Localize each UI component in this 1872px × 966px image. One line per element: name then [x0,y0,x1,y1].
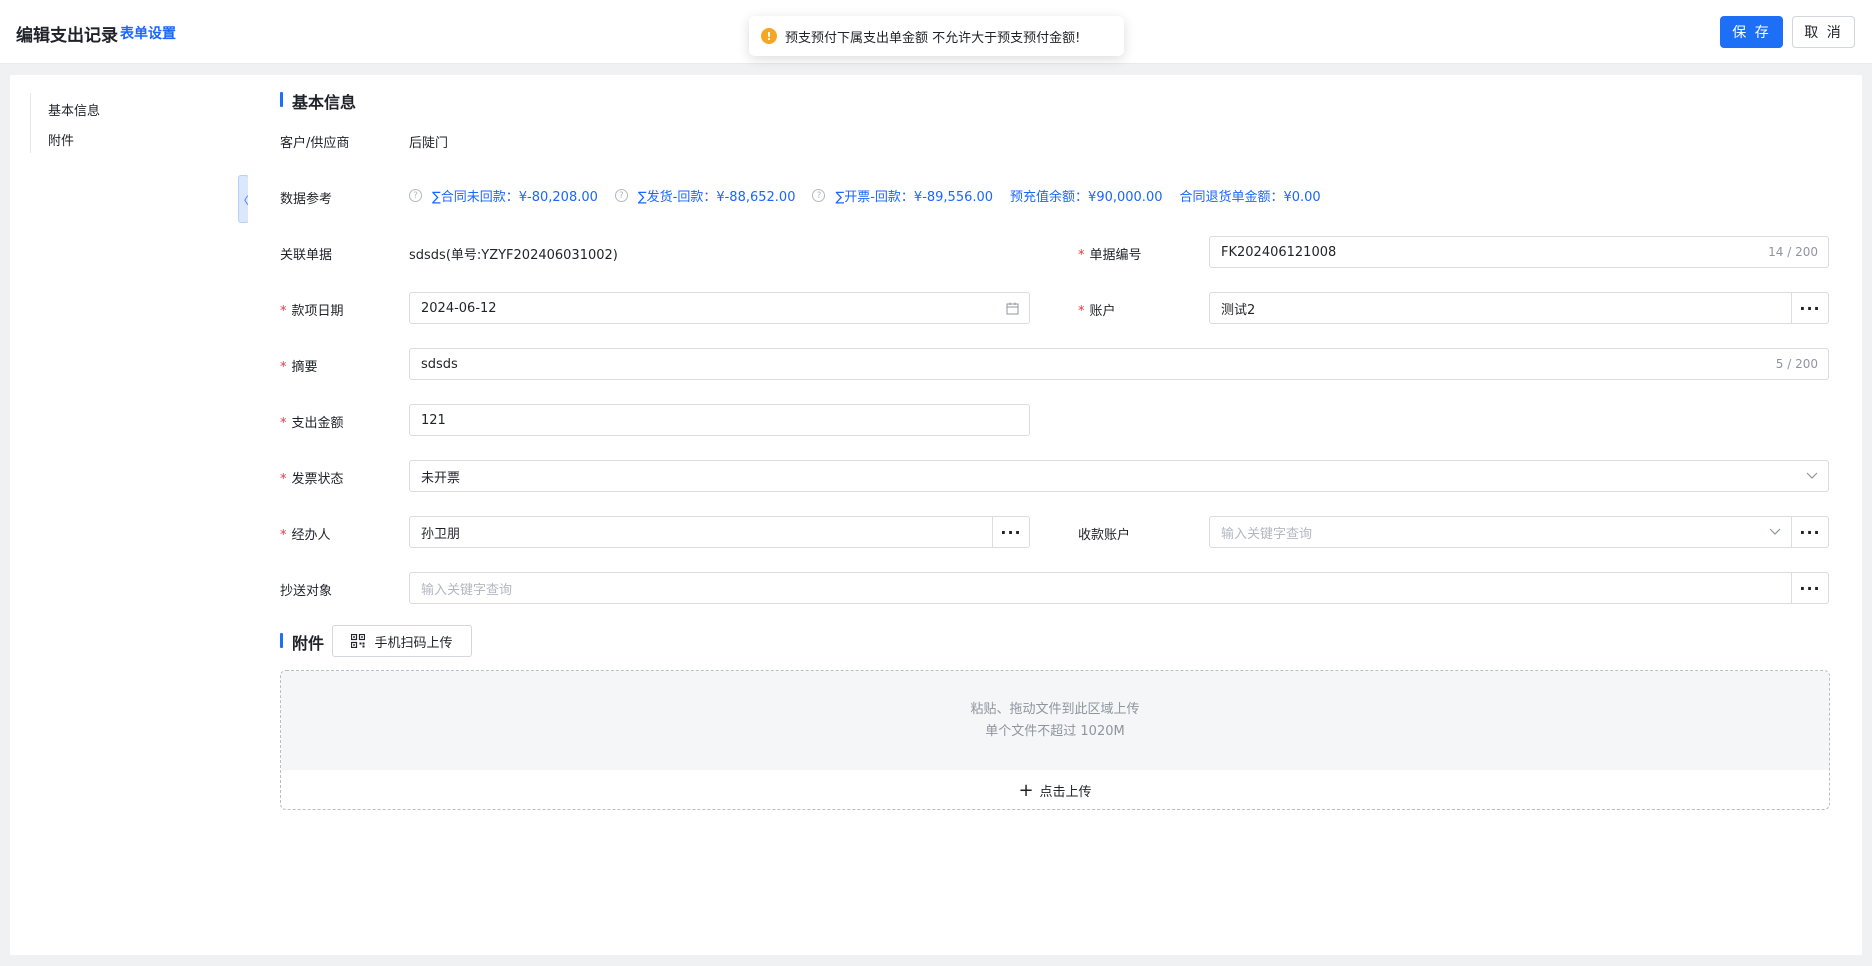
form-settings-link[interactable]: 表单设置 [120,23,176,43]
amount-input[interactable]: 121 [409,404,1030,436]
help-icon[interactable]: ? [409,189,422,202]
ref-prepaid-balance[interactable]: 预充值余额：¥90,000.00 [1010,186,1162,205]
handler-more-button[interactable]: ··· [992,517,1029,547]
customer-value: 后陡门 [409,136,449,151]
required-mark: * [280,472,287,487]
help-icon[interactable]: ? [614,189,628,202]
invoice-status-value: 未开票 [421,470,461,486]
cc-placeholder: 输入关键字查询 [421,582,513,598]
page-title: 编辑支出记录 [16,26,118,46]
nav-rail [30,93,31,153]
handler-input[interactable]: 孙卫朋 ··· [409,516,1030,548]
section-nav: 基本信息 附件 [10,75,248,955]
warning-toast: ! 预支预付下属支出单金额 不允许大于预支预付金额! [749,16,1124,56]
handler-label: * 经办人 [280,528,331,543]
warning-icon: ! [761,28,777,44]
data-ref-label: 数据参考 [280,192,333,207]
date-picker[interactable]: 2024-06-12 [409,292,1030,324]
required-mark: * [280,360,287,375]
upload-dropzone[interactable]: 粘贴、拖动文件到此区域上传 单个文件不超过 1020M + 点击上传 [280,670,1830,810]
cc-input[interactable]: 输入关键字查询 ··· [409,572,1829,604]
click-upload-label: 点击上传 [1039,784,1092,800]
help-icon[interactable]: ? [812,189,826,202]
plus-icon: + [1018,779,1034,801]
cc-more-button[interactable]: ··· [1791,573,1828,603]
date-label: * 款项日期 [280,304,344,319]
account-value: 测试2 [1221,302,1256,318]
doc-no-label: * 单据编号 [1078,248,1142,263]
payee-account-more-button[interactable]: ··· [1791,517,1828,547]
click-upload-button[interactable]: + 点击上传 [281,770,1829,809]
required-mark: * [280,416,287,431]
ref-shipped-minus-paid[interactable]: ∑发货-回款：¥-88,652.00 [638,186,796,205]
form-main: 基本信息 客户/供应商 后陡门 数据参考 ? ∑合同未回款：¥-80,208.0… [248,75,1862,955]
related-doc-value: sdsds(单号:YZYF202406031002) [409,248,618,263]
payee-account-placeholder: 输入关键字查询 [1221,526,1313,542]
summary-value: sdsds [421,356,458,372]
date-value: 2024-06-12 [421,300,497,316]
account-input[interactable]: 测试2 ··· [1209,292,1829,324]
mobile-scan-upload-button[interactable]: 手机扫码上传 [332,625,472,657]
doc-no-counter: 14 / 200 [1768,245,1818,259]
account-label: * 账户 [1078,304,1116,319]
customer-label: 客户/供应商 [280,136,350,151]
toast-message: 预支预付下属支出单金额 不允许大于预支预付金额! [785,30,1081,46]
section-title-attachments: 附件 [280,630,324,654]
invoice-status-select[interactable]: 未开票 [409,460,1829,492]
cc-label: 抄送对象 [280,584,333,599]
cancel-button[interactable]: 取 消 [1792,16,1855,48]
calendar-icon[interactable] [1006,302,1019,315]
scan-button-label: 手机扫码上传 [374,635,453,651]
payee-account-select[interactable]: 输入关键字查询 ··· [1209,516,1829,548]
ref-return-amount[interactable]: 合同退货单金额：¥0.00 [1179,186,1320,205]
ref-contract-unpaid[interactable]: ∑合同未回款：¥-80,208.00 [432,186,598,205]
amount-value: 121 [421,412,446,428]
required-mark: * [280,304,287,319]
drop-area[interactable]: 粘贴、拖动文件到此区域上传 单个文件不超过 1020M [281,671,1829,770]
required-mark: * [1078,248,1085,263]
summary-input[interactable]: sdsds 5 / 200 [409,348,1829,380]
data-ref-list: ? ∑合同未回款：¥-80,208.00 ? ∑发货-回款：¥-88,652.0… [409,186,1338,205]
required-mark: * [280,528,287,543]
section-title-basic-info: 基本信息 [280,89,356,113]
handler-value: 孙卫朋 [421,526,461,542]
drop-hint: 粘贴、拖动文件到此区域上传 [970,701,1140,717]
chevron-down-icon [1769,528,1781,536]
account-more-button[interactable]: ··· [1791,293,1828,323]
related-doc-label: 关联单据 [280,248,333,263]
ref-invoiced-minus-paid[interactable]: ∑开票-回款：¥-89,556.00 [835,186,993,205]
save-button[interactable]: 保 存 [1720,16,1783,48]
doc-no-value: FK202406121008 [1221,244,1337,260]
summary-label: * 摘要 [280,360,318,375]
invoice-status-label: * 发票状态 [280,472,344,487]
qr-code-icon [351,634,366,648]
nav-item-basic-info[interactable]: 基本信息 [48,100,100,119]
chevron-down-icon [1806,472,1818,480]
doc-no-input[interactable]: FK202406121008 14 / 200 [1209,236,1829,268]
nav-item-attachments[interactable]: 附件 [48,130,74,149]
summary-counter: 5 / 200 [1775,357,1818,371]
size-hint: 单个文件不超过 1020M [985,723,1125,739]
amount-label: * 支出金额 [280,416,344,431]
chevron-left-icon: 〈 [238,195,249,207]
required-mark: * [1078,304,1085,319]
payee-account-label: 收款账户 [1078,528,1131,543]
